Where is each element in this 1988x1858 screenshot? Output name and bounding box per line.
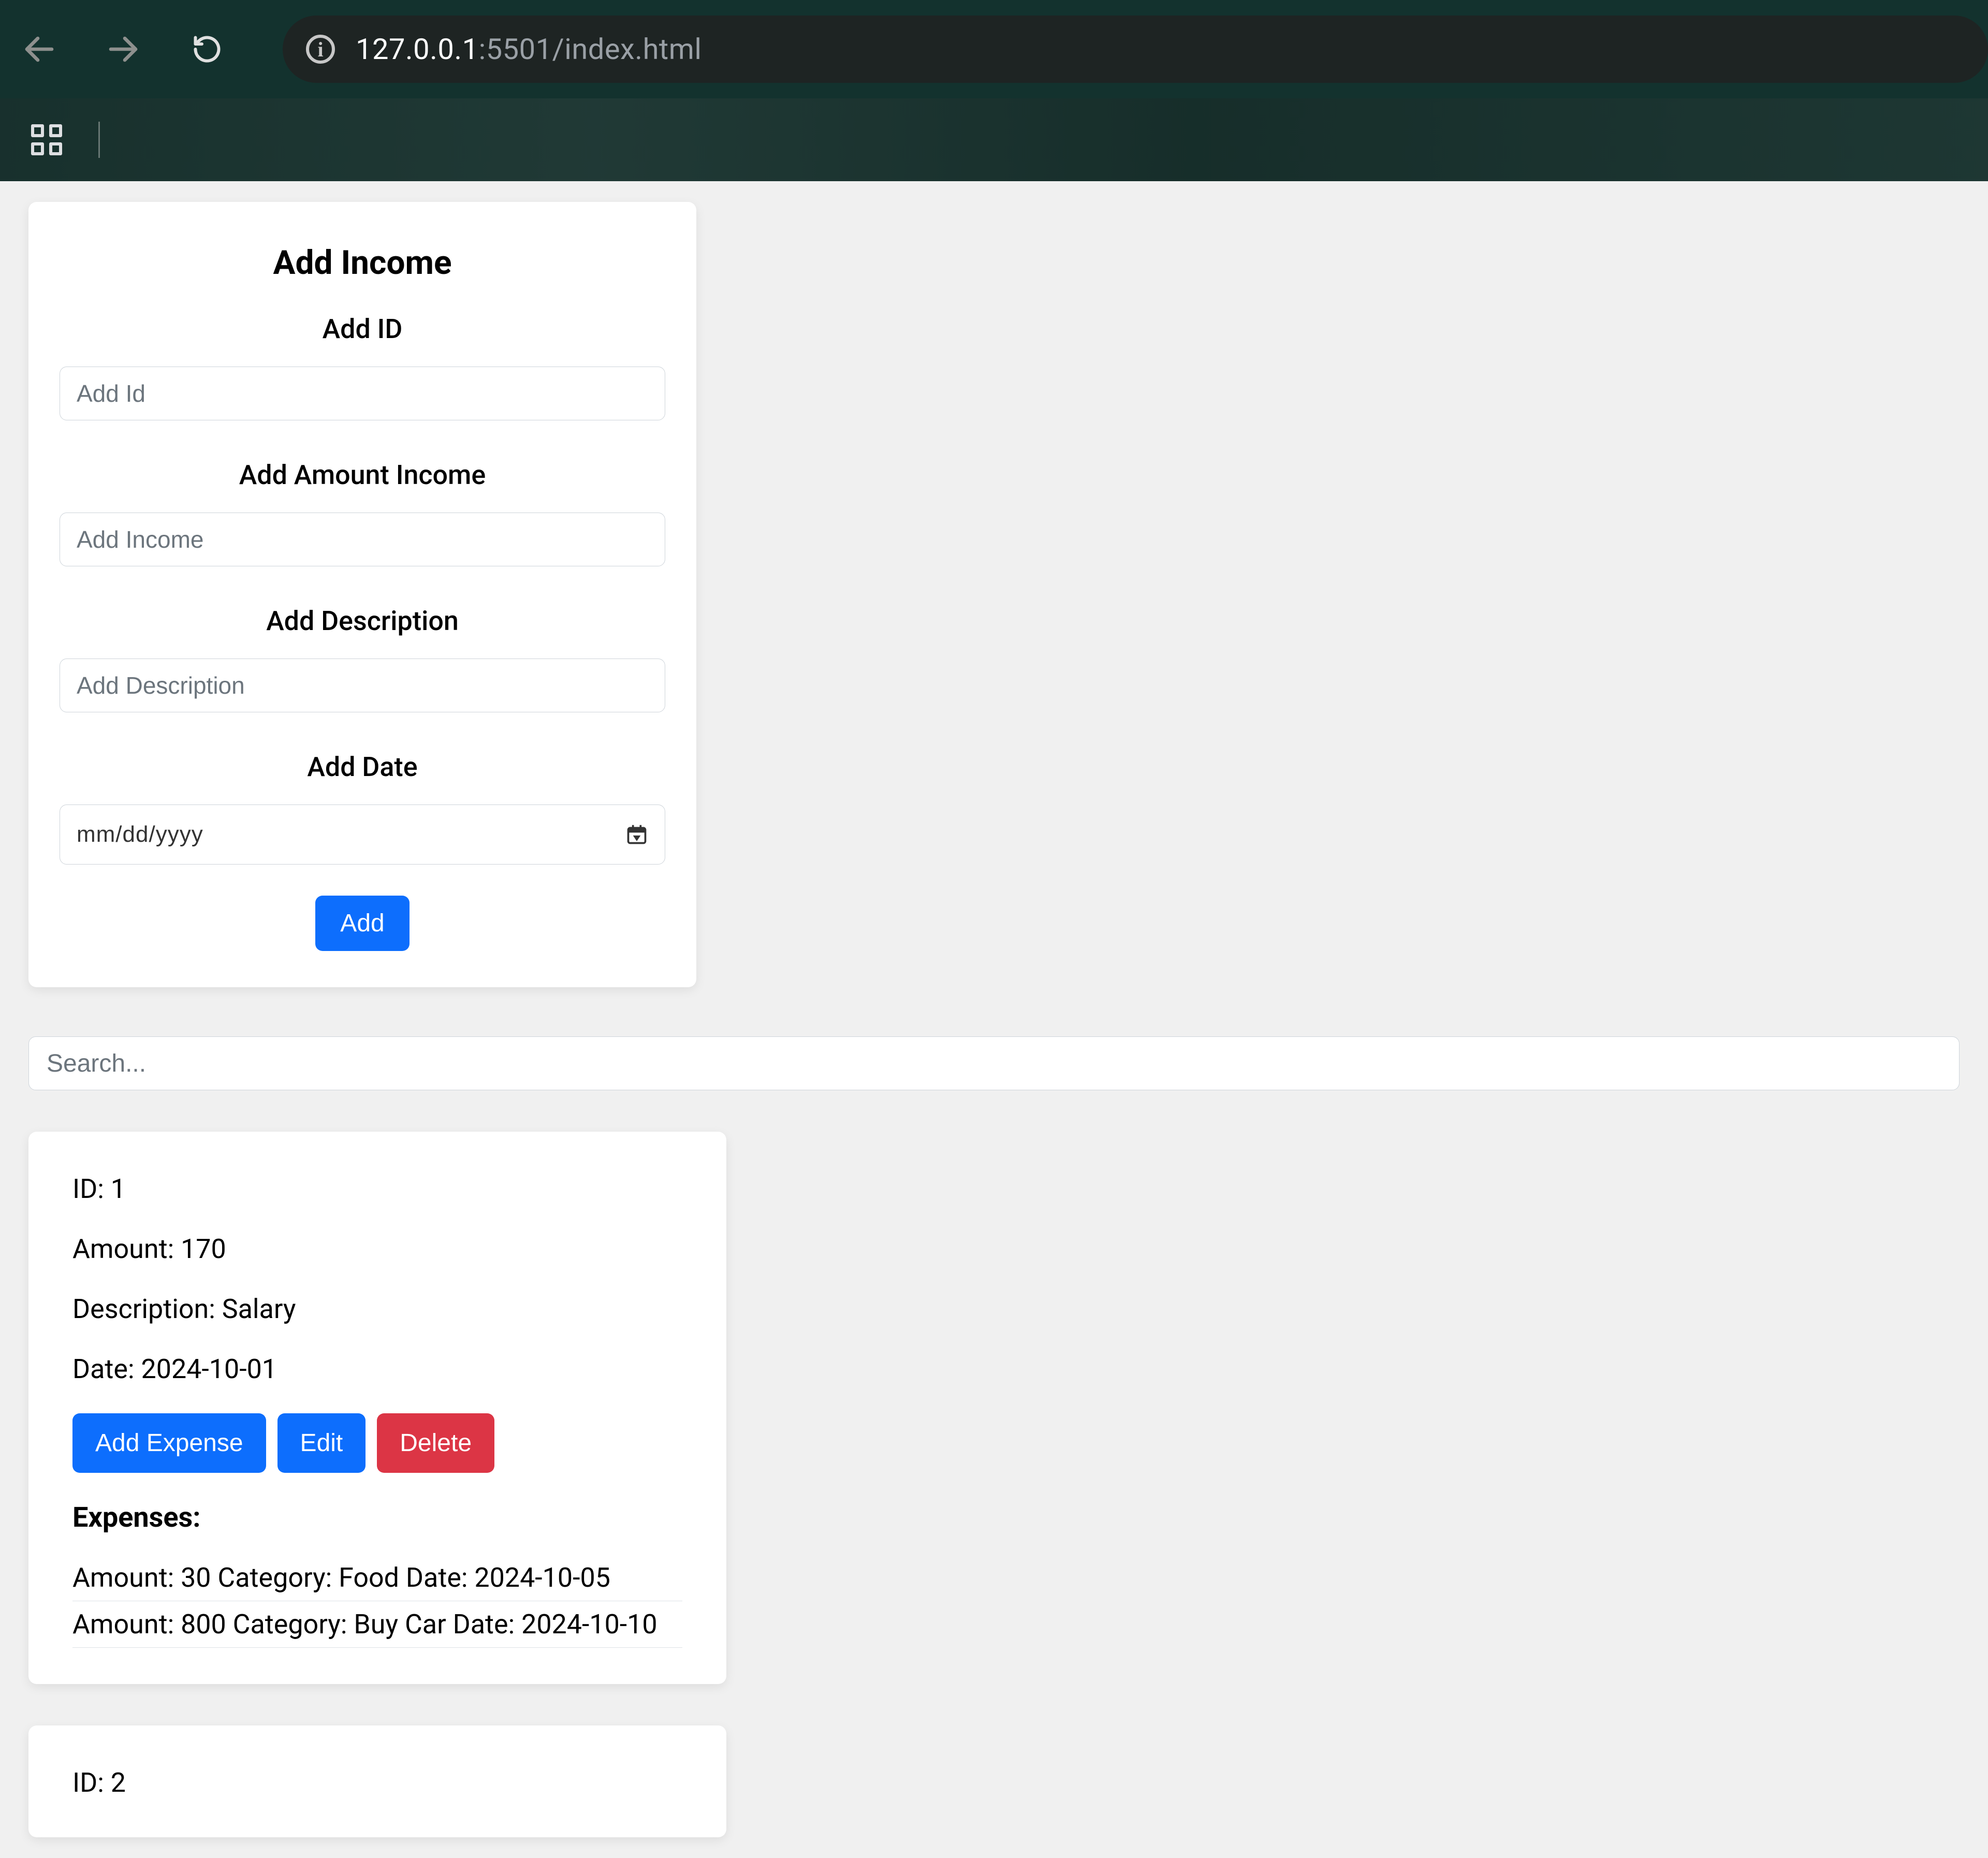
info-glyph: i [317, 37, 323, 62]
edit-button[interactable]: Edit [277, 1413, 366, 1473]
apps-icon[interactable] [31, 124, 62, 155]
id-input[interactable] [60, 367, 665, 420]
record-actions: Add Expense Edit Delete [72, 1413, 682, 1473]
reload-icon[interactable] [188, 31, 226, 68]
browser-toolbar: i 127.0.0.1:5501/index.html [0, 0, 1988, 98]
description-label: Add Description [60, 605, 665, 637]
url-text: 127.0.0.1:5501/index.html [356, 32, 701, 66]
calendar-icon[interactable] [625, 823, 648, 846]
id-label: Add ID [60, 313, 665, 345]
bookmarks-bar [0, 98, 1988, 181]
search-input[interactable] [28, 1036, 1960, 1090]
add-expense-button[interactable]: Add Expense [72, 1413, 266, 1473]
search-section [28, 1036, 1960, 1090]
date-placeholder: mm/dd/yyyy [77, 822, 203, 847]
form-title: Add Income [60, 243, 665, 282]
amount-input[interactable] [60, 513, 665, 566]
expense-line: Amount: 800 Category: Buy Car Date: 2024… [72, 1601, 682, 1648]
record-id: ID: 2 [72, 1767, 682, 1798]
url-bar[interactable]: i 127.0.0.1:5501/index.html [283, 16, 1988, 83]
date-label: Add Date [60, 751, 665, 783]
date-input[interactable]: mm/dd/yyyy [60, 804, 665, 865]
income-card-1: ID: 1 Amount: 170 Description: Salary Da… [28, 1132, 726, 1684]
expense-line: Amount: 30 Category: Food Date: 2024-10-… [72, 1555, 682, 1601]
record-id: ID: 1 [72, 1173, 682, 1205]
forward-icon[interactable] [105, 31, 142, 68]
record-amount: Amount: 170 [72, 1233, 682, 1265]
description-input[interactable] [60, 659, 665, 712]
record-description: Description: Salary [72, 1293, 682, 1325]
record-date: Date: 2024-10-01 [72, 1353, 682, 1385]
income-card-2: ID: 2 [28, 1725, 726, 1837]
divider [98, 122, 100, 158]
delete-button[interactable]: Delete [377, 1413, 494, 1473]
browser-chrome: i 127.0.0.1:5501/index.html [0, 0, 1988, 181]
expenses-title: Expenses: [72, 1501, 682, 1534]
add-button[interactable]: Add [315, 896, 409, 951]
page-body: Add Income Add ID Add Amount Income Add … [0, 181, 1988, 1858]
site-info-icon[interactable]: i [306, 35, 335, 64]
add-income-card: Add Income Add ID Add Amount Income Add … [28, 202, 696, 987]
back-icon[interactable] [21, 31, 58, 68]
amount-label: Add Amount Income [60, 459, 665, 491]
